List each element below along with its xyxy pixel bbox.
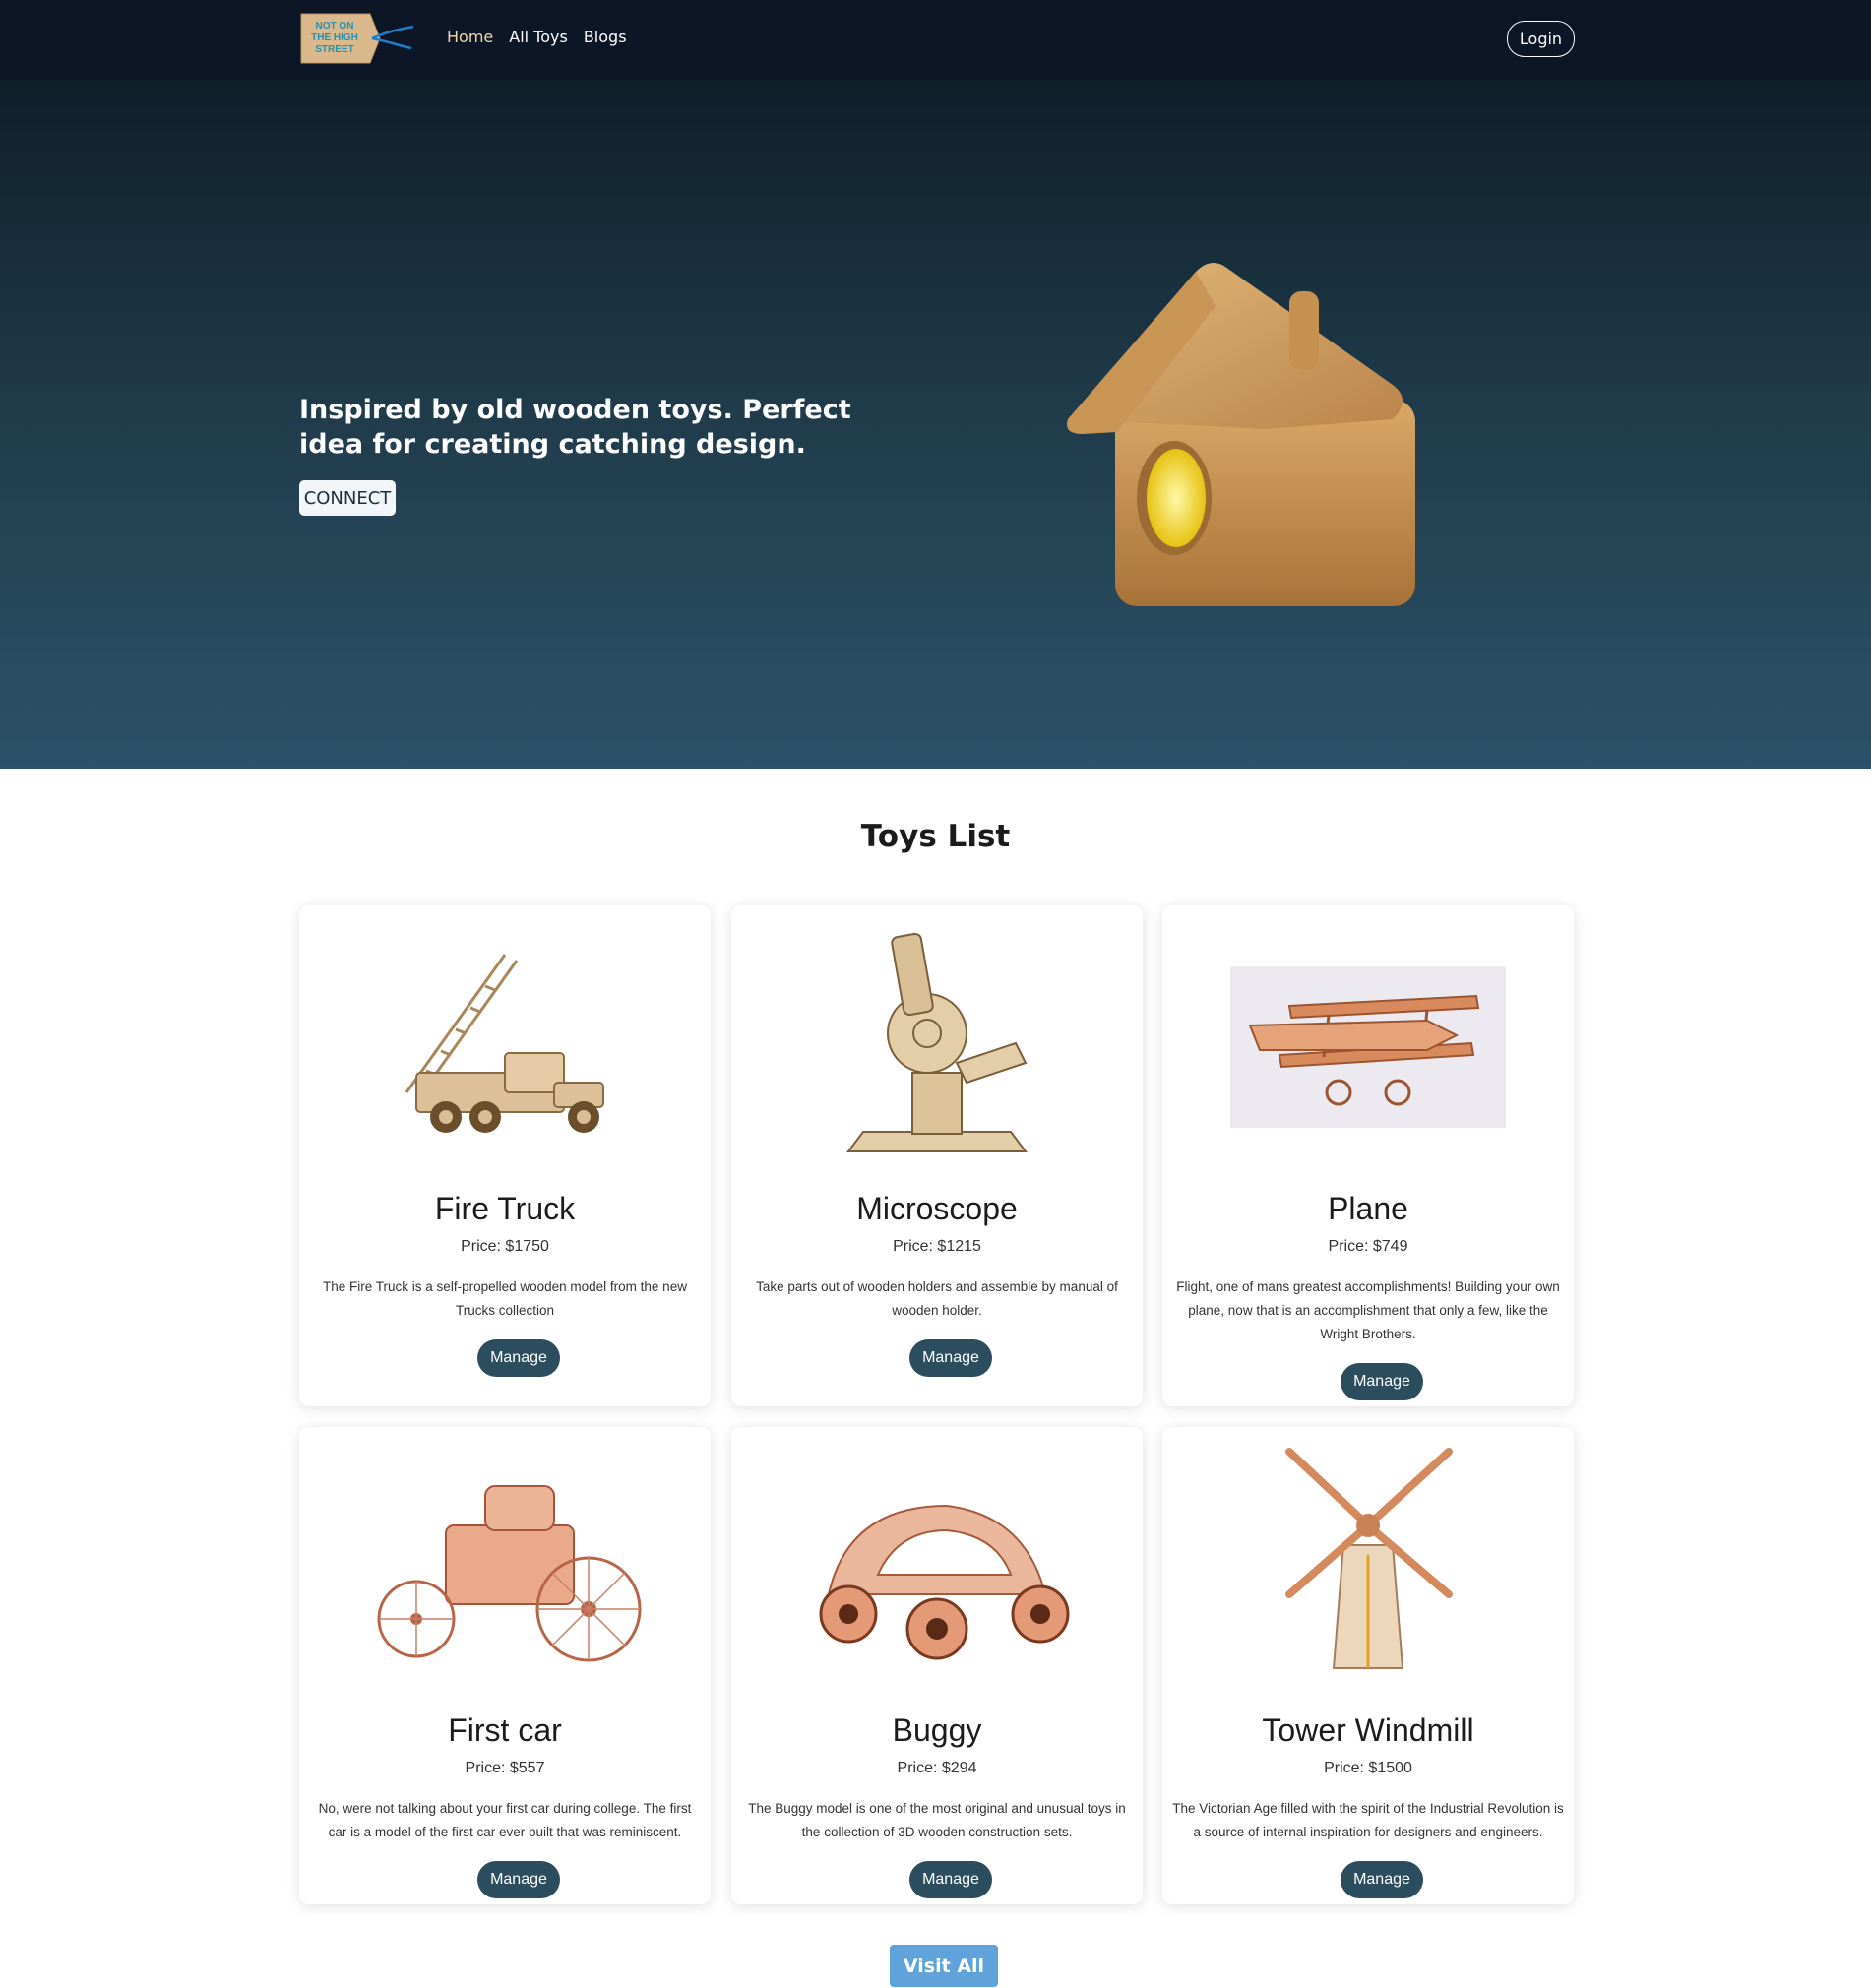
buggy-image xyxy=(819,1504,1070,1660)
manage-button[interactable]: Manage xyxy=(477,1339,560,1377)
manage-button[interactable]: Manage xyxy=(909,1861,992,1898)
nav-link-all-toys[interactable]: All Toys xyxy=(509,28,568,46)
logo-line-1: NOT ON xyxy=(316,21,354,31)
toy-card-fire-truck: Fire Truck Price: $1750 The Fire Truck i… xyxy=(299,905,711,1406)
manage-button[interactable]: Manage xyxy=(1341,1861,1423,1898)
toy-description: No, were not talking about your first ca… xyxy=(318,1801,692,1839)
windmill-image xyxy=(1285,1448,1453,1669)
toy-name: Plane xyxy=(1328,1191,1408,1226)
fire-truck-image xyxy=(405,954,604,1133)
toy-name: First car xyxy=(448,1712,562,1748)
logo[interactable]: NOT ON THE HIGH STREET xyxy=(299,12,417,65)
toy-price: Price: $557 xyxy=(465,1760,545,1776)
toy-description: Take parts out of wooden holders and ass… xyxy=(756,1279,1118,1318)
toy-card-tower-windmill: Tower Windmill Price: $1500 The Victoria… xyxy=(1162,1427,1574,1904)
toy-price: Price: $749 xyxy=(1328,1238,1408,1255)
nav-link-home[interactable]: Home xyxy=(447,28,493,46)
wooden-house-image xyxy=(1067,263,1415,606)
toy-card-buggy: Buggy Price: $294 The Buggy model is one… xyxy=(731,1427,1143,1904)
toy-name: Buggy xyxy=(892,1712,982,1748)
visit-all-button[interactable]: Visit All xyxy=(890,1945,998,1987)
microscope-image xyxy=(846,932,1028,1152)
toy-card-microscope: Microscope Price: $1215 Take parts out o… xyxy=(731,905,1143,1406)
plane-image xyxy=(1230,966,1506,1128)
toy-name: Fire Truck xyxy=(434,1191,576,1226)
toy-name: Microscope xyxy=(856,1191,1018,1226)
toy-description: The Buggy model is one of the most origi… xyxy=(748,1801,1126,1839)
toy-description: The Victorian Age filled with the spirit… xyxy=(1172,1801,1564,1839)
toy-price: Price: $1500 xyxy=(1324,1760,1412,1776)
toys-list-title: Toys List xyxy=(860,819,1011,854)
navbar: NOT ON THE HIGH STREET Home All Toys Blo… xyxy=(0,0,1871,80)
toy-name: Tower Windmill xyxy=(1262,1712,1474,1748)
manage-button[interactable]: Manage xyxy=(909,1339,992,1377)
toy-card-plane: Plane Price: $749 Flight, one of mans gr… xyxy=(1162,905,1574,1406)
nav-link-blogs[interactable]: Blogs xyxy=(584,28,627,46)
toy-price: Price: $1750 xyxy=(461,1238,549,1255)
hero-heading: Inspired by old wooden toys. Perfect ide… xyxy=(299,395,851,460)
first-car-image xyxy=(377,1485,642,1662)
toy-description: Flight, one of mans greatest accomplishm… xyxy=(1176,1279,1560,1341)
toy-price: Price: $294 xyxy=(897,1760,977,1776)
manage-button[interactable]: Manage xyxy=(1341,1363,1423,1400)
manage-button[interactable]: Manage xyxy=(477,1861,560,1898)
logo-line-2: THE HIGH xyxy=(311,32,358,43)
toy-description: The Fire Truck is a self-propelled woode… xyxy=(323,1279,687,1318)
toy-card-first-car: First car Price: $557 No, were not talki… xyxy=(299,1427,711,1904)
hero-banner: Inspired by old wooden toys. Perfect ide… xyxy=(0,80,1871,769)
login-button[interactable]: Login xyxy=(1507,21,1575,57)
connect-button[interactable]: CONNECT xyxy=(299,480,396,516)
logo-line-3: STREET xyxy=(315,44,353,55)
toy-price: Price: $1215 xyxy=(893,1238,981,1255)
